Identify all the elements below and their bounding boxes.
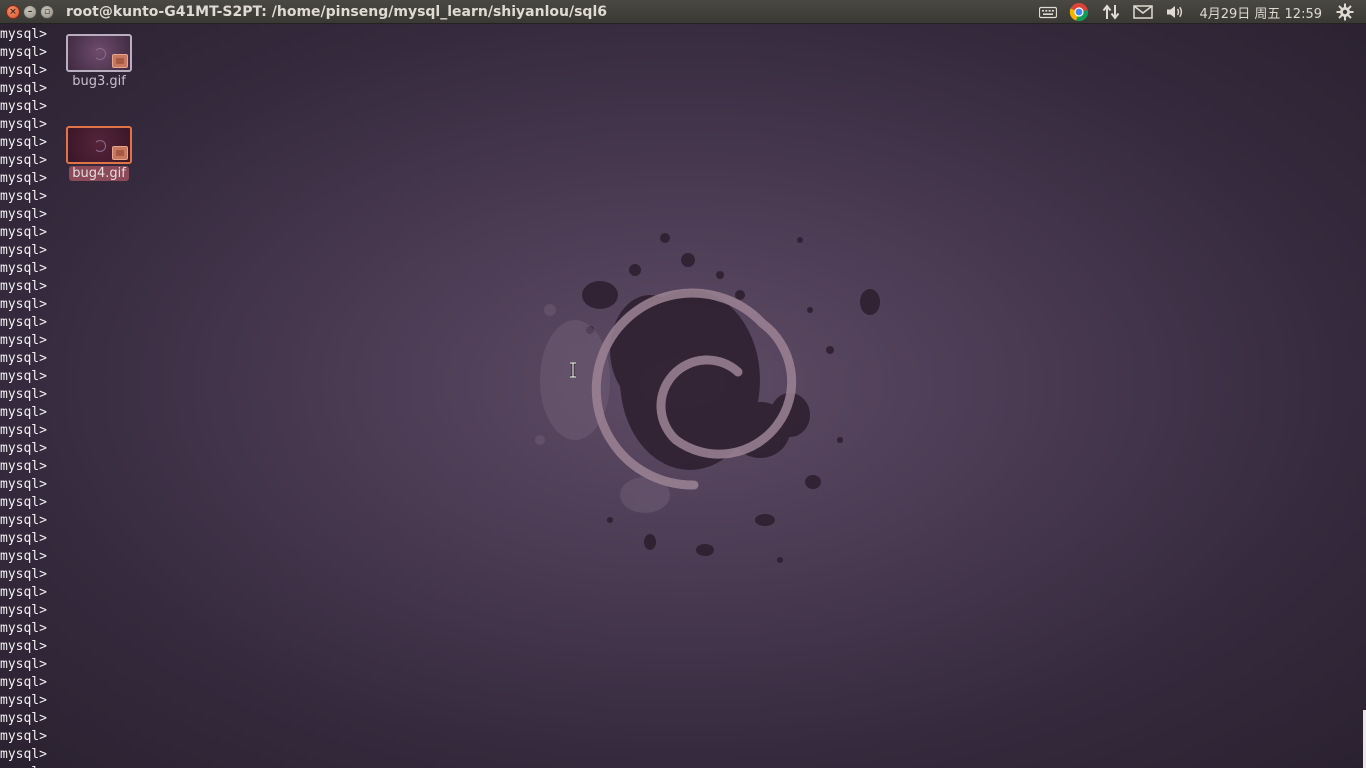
terminal-prompt-line: mysql>	[0, 333, 47, 348]
terminal-prompt-line: mysql>	[0, 153, 47, 168]
clock[interactable]: 4月29日 周五 12:59	[1191, 3, 1330, 22]
chrome-icon[interactable]	[1063, 0, 1095, 24]
terminal-prompt-line: mysql>	[0, 45, 47, 60]
terminal-prompt-line: mysql>	[0, 225, 47, 240]
terminal-prompt-line: mysql>	[0, 693, 47, 708]
terminal-prompt-line: mysql>	[0, 513, 47, 528]
terminal-prompt-line: mysql>	[0, 567, 47, 582]
terminal-prompt-line: mysql>	[0, 711, 47, 726]
terminal-prompt-line: mysql>	[0, 279, 47, 294]
terminal-prompt-line: mysql>	[0, 27, 47, 42]
image-badge-icon	[112, 146, 128, 160]
terminal-prompt-line: mysql>	[0, 135, 47, 150]
terminal-prompt-line: mysql>	[0, 495, 47, 510]
terminal-prompt-line: mysql>	[0, 261, 47, 276]
terminal-prompt-line: mysql>	[0, 675, 47, 690]
gear-icon[interactable]	[1330, 0, 1360, 24]
indicator-area: 4月29日 周五 12:59	[1033, 0, 1360, 24]
wallpaper-swirl	[535, 233, 880, 563]
window-controls: × – ▫	[6, 4, 54, 19]
terminal-prompt-line: mysql>	[0, 549, 47, 564]
terminal-prompt-line: mysql>	[0, 315, 47, 330]
terminal-prompt-line: mysql>	[0, 747, 47, 762]
terminal-prompt-line: mysql>	[0, 99, 47, 114]
terminal-prompt-line: mysql>	[0, 243, 47, 258]
terminal-prompt-line: mysql>	[0, 297, 47, 312]
top-panel: × – ▫ root@kunto-G41MT-S2PT: /home/pinse…	[0, 0, 1366, 24]
desktop-icon-bug3[interactable]: bug3.gif	[59, 34, 139, 89]
terminal-prompt-line: mysql>	[0, 369, 47, 384]
terminal-prompt-line: mysql>	[0, 531, 47, 546]
terminal-prompt-line: mysql>	[0, 63, 47, 78]
desktop-icon-bug4[interactable]: bug4.gif	[59, 126, 139, 181]
mail-icon[interactable]	[1127, 0, 1159, 24]
maximize-icon[interactable]: ▫	[40, 4, 54, 19]
terminal-prompt-line: mysql>	[0, 423, 47, 438]
image-badge-icon	[112, 54, 128, 68]
terminal-prompt-line: mysql>	[0, 621, 47, 636]
desktop-icon-label: bug3.gif	[72, 74, 126, 89]
terminal-prompt-line: mysql>	[0, 351, 47, 366]
terminal-prompt-line: mysql>	[0, 441, 47, 456]
terminal-output[interactable]: mysql> mysql> mysql> mysql> mysql> mysql> mysq…	[0, 26, 60, 768]
text-cursor-icon	[570, 362, 576, 378]
terminal-prompt-line: mysql>	[0, 477, 47, 492]
terminal-prompt-line: mysql>	[0, 764, 60, 768]
terminal-prompt-line: mysql>	[0, 585, 47, 600]
terminal-prompt-line: mysql>	[0, 657, 47, 672]
terminal-prompt-line: mysql>	[0, 207, 47, 222]
window-title: root@kunto-G41MT-S2PT: /home/pinseng/mys…	[66, 3, 607, 20]
close-icon[interactable]: ×	[6, 4, 20, 19]
terminal-prompt-line: mysql>	[0, 189, 47, 204]
gif-thumbnail	[66, 126, 132, 164]
terminal-prompt-line: mysql>	[0, 81, 47, 96]
minimize-icon[interactable]: –	[23, 4, 37, 19]
terminal-prompt-line: mysql>	[0, 387, 47, 402]
terminal-prompt-line: mysql>	[0, 459, 47, 474]
terminal-prompt-line: mysql>	[0, 729, 47, 744]
terminal-prompt-line: mysql>	[0, 603, 47, 618]
terminal-prompt-line: mysql>	[0, 639, 47, 654]
terminal-prompt-line: mysql>	[0, 405, 47, 420]
network-updown-icon[interactable]	[1095, 0, 1127, 24]
terminal-prompt-line: mysql>	[0, 117, 47, 132]
desktop-icon-label: bug4.gif	[69, 166, 129, 181]
gif-thumbnail	[66, 34, 132, 72]
volume-icon[interactable]	[1159, 0, 1191, 24]
terminal-prompt-line: mysql>	[0, 171, 47, 186]
keyboard-icon[interactable]	[1033, 0, 1063, 24]
